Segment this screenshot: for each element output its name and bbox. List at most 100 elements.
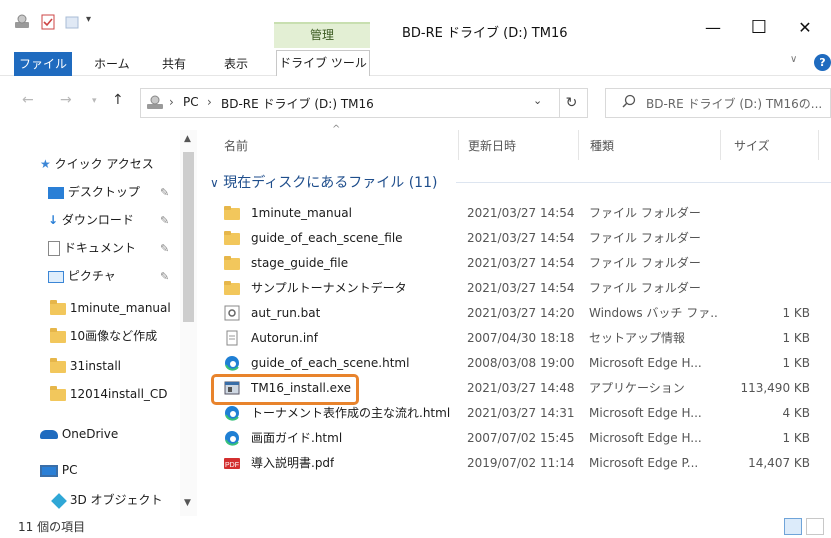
column-header-type[interactable]: 種類 (590, 134, 614, 158)
search-box[interactable]: BD-RE ドライブ (D:) TM16の... (605, 88, 831, 118)
file-type: Microsoft Edge P... (589, 456, 699, 470)
file-row[interactable]: 1minute_manual 2021/03/27 14:54 ファイル フォルダー (205, 201, 831, 226)
column-header-date[interactable]: 更新日時 (468, 134, 516, 158)
pin-icon[interactable]: ✎ (160, 214, 169, 227)
folder-icon (224, 230, 240, 246)
pin-icon[interactable]: ✎ (160, 186, 169, 199)
nav-scrollbar-thumb[interactable] (183, 152, 194, 322)
manage-context-tab[interactable]: 管理 (274, 22, 370, 48)
nav-item-downloads[interactable]: ↓ ダウンロード (48, 208, 134, 232)
file-row[interactable]: guide_of_each_scene.html 2008/03/08 19:00… (205, 351, 831, 376)
scroll-up-icon[interactable]: ▲ (184, 134, 191, 144)
column-divider[interactable] (818, 130, 819, 160)
picture-icon (48, 270, 64, 283)
file-row[interactable]: Autorun.inf 2007/04/30 18:18 セットアップ情報 1 KB (205, 326, 831, 351)
nav-quick-access[interactable]: ★ クイック アクセス (40, 152, 154, 176)
large-icons-view-button[interactable] (806, 518, 824, 535)
nav-item-documents[interactable]: ドキュメント (48, 236, 136, 260)
back-arrow-icon[interactable]: ← (22, 92, 34, 108)
breadcrumb-drive[interactable]: BD-RE ドライブ (D:) TM16 (221, 95, 374, 112)
nav-pc[interactable]: PC (40, 458, 77, 482)
star-icon: ★ (40, 157, 51, 171)
file-date: 2021/03/27 14:54 (467, 206, 575, 220)
pdf-icon: PDF (224, 455, 240, 471)
file-row[interactable]: guide_of_each_scene_file 2021/03/27 14:54… (205, 226, 831, 251)
tab-drive-tools[interactable]: ドライブ ツール (276, 50, 370, 76)
breadcrumb-separator: › (169, 95, 174, 109)
pc-icon (40, 464, 58, 477)
inf-icon (224, 330, 240, 346)
file-size (740, 226, 810, 251)
drive-icon (14, 14, 30, 30)
file-row[interactable]: サンプルトーナメントデータ 2021/03/27 14:54 ファイル フォルダー (205, 276, 831, 301)
pin-icon[interactable]: ✎ (160, 270, 169, 283)
batch-icon (224, 305, 240, 321)
breadcrumb-separator: › (207, 95, 212, 109)
nav-item-10images[interactable]: 10画像など作成 (50, 324, 157, 348)
file-size: 4 KB (782, 406, 810, 420)
nav-item-pictures[interactable]: ピクチャ (48, 264, 116, 288)
nav-item-label: ピクチャ (67, 269, 116, 283)
column-divider[interactable] (458, 130, 459, 160)
file-date: 2008/03/08 19:00 (467, 356, 575, 370)
recent-locations-icon[interactable]: ▾ (92, 96, 97, 106)
tab-share[interactable]: 共有 (162, 52, 186, 76)
address-bar[interactable]: › PC › BD-RE ドライブ (D:) TM16 ⌄ (140, 88, 560, 118)
scroll-down-icon[interactable]: ▼ (184, 498, 191, 508)
folder-icon (50, 385, 66, 401)
file-type: ファイル フォルダー (589, 256, 701, 270)
pin-icon[interactable]: ✎ (160, 242, 169, 255)
help-icon[interactable]: ? (814, 54, 831, 71)
nav-item-label: ドキュメント (63, 241, 136, 255)
file-row[interactable]: stage_guide_file 2021/03/27 14:54 ファイル フォル… (205, 251, 831, 276)
quick-access-dropdown-icon[interactable]: ▾ (86, 14, 91, 25)
nav-item-desktop[interactable]: デスクトップ (48, 180, 140, 204)
group-header-label: 現在ディスクにあるファイル (11) (223, 175, 438, 191)
file-date: 2021/03/27 14:20 (467, 306, 575, 320)
file-size (740, 276, 810, 301)
file-row[interactable]: 画面ガイド.html 2007/07/02 15:45 Microsoft Edge… (205, 426, 831, 451)
nav-item-12014install-cd[interactable]: 12014install_CD (50, 382, 168, 406)
maximize-button[interactable]: ☐ (736, 14, 782, 42)
status-bar: 11 個の項目 (0, 516, 831, 538)
edge-icon (224, 355, 240, 371)
chevron-down-icon: ∨ (210, 176, 219, 190)
file-name: 1minute_manual (251, 206, 352, 220)
column-divider[interactable] (578, 130, 579, 160)
up-arrow-icon[interactable]: ↑ (112, 92, 124, 108)
address-dropdown-icon[interactable]: ⌄ (533, 94, 542, 107)
file-name: stage_guide_file (251, 256, 349, 270)
group-header[interactable]: ∨ 現在ディスクにあるファイル (11) (210, 172, 437, 192)
tab-file[interactable]: ファイル (14, 52, 72, 76)
file-size: 1 KB (782, 331, 810, 345)
svg-text:PDF: PDF (225, 462, 239, 469)
breadcrumb-pc[interactable]: PC (183, 95, 199, 109)
minimize-button[interactable]: — (690, 14, 736, 42)
column-divider[interactable] (720, 130, 721, 160)
refresh-button[interactable]: ↻ (556, 88, 588, 118)
nav-3d-objects[interactable]: 3D オブジェクト (51, 488, 163, 512)
file-size: 1 KB (782, 306, 810, 320)
file-name: 導入説明書.pdf (251, 456, 335, 470)
details-view-button[interactable] (784, 518, 802, 535)
file-size: 14,407 KB (748, 456, 810, 470)
sort-ascending-icon: ^ (332, 124, 341, 135)
forward-arrow-icon[interactable]: → (60, 92, 72, 108)
nav-quick-access-label: クイック アクセス (54, 157, 154, 171)
properties-icon[interactable] (40, 14, 56, 30)
ribbon-expand-icon[interactable]: ∨ (790, 54, 797, 65)
file-row[interactable]: aut_run.bat 2021/03/27 14:20 Windows バッチ フ… (205, 301, 831, 326)
nav-item-31install[interactable]: 31install (50, 354, 121, 378)
nav-item-1minute-manual[interactable]: 1minute_manual (50, 296, 171, 320)
file-row[interactable]: PDF 導入説明書.pdf 2019/07/02 11:14 Microsoft Ed… (205, 451, 831, 476)
file-type: ファイル フォルダー (589, 206, 701, 220)
tab-view[interactable]: 表示 (224, 52, 248, 76)
column-header-size[interactable]: サイズ (734, 134, 770, 158)
nav-onedrive[interactable]: OneDrive (40, 422, 118, 446)
file-name: guide_of_each_scene.html (251, 356, 410, 370)
file-date: 2021/03/27 14:31 (467, 406, 575, 420)
new-folder-icon[interactable] (64, 14, 80, 30)
close-button[interactable]: ✕ (782, 14, 828, 42)
tab-home[interactable]: ホーム (94, 52, 130, 76)
column-header-name[interactable]: 名前 (224, 134, 248, 158)
